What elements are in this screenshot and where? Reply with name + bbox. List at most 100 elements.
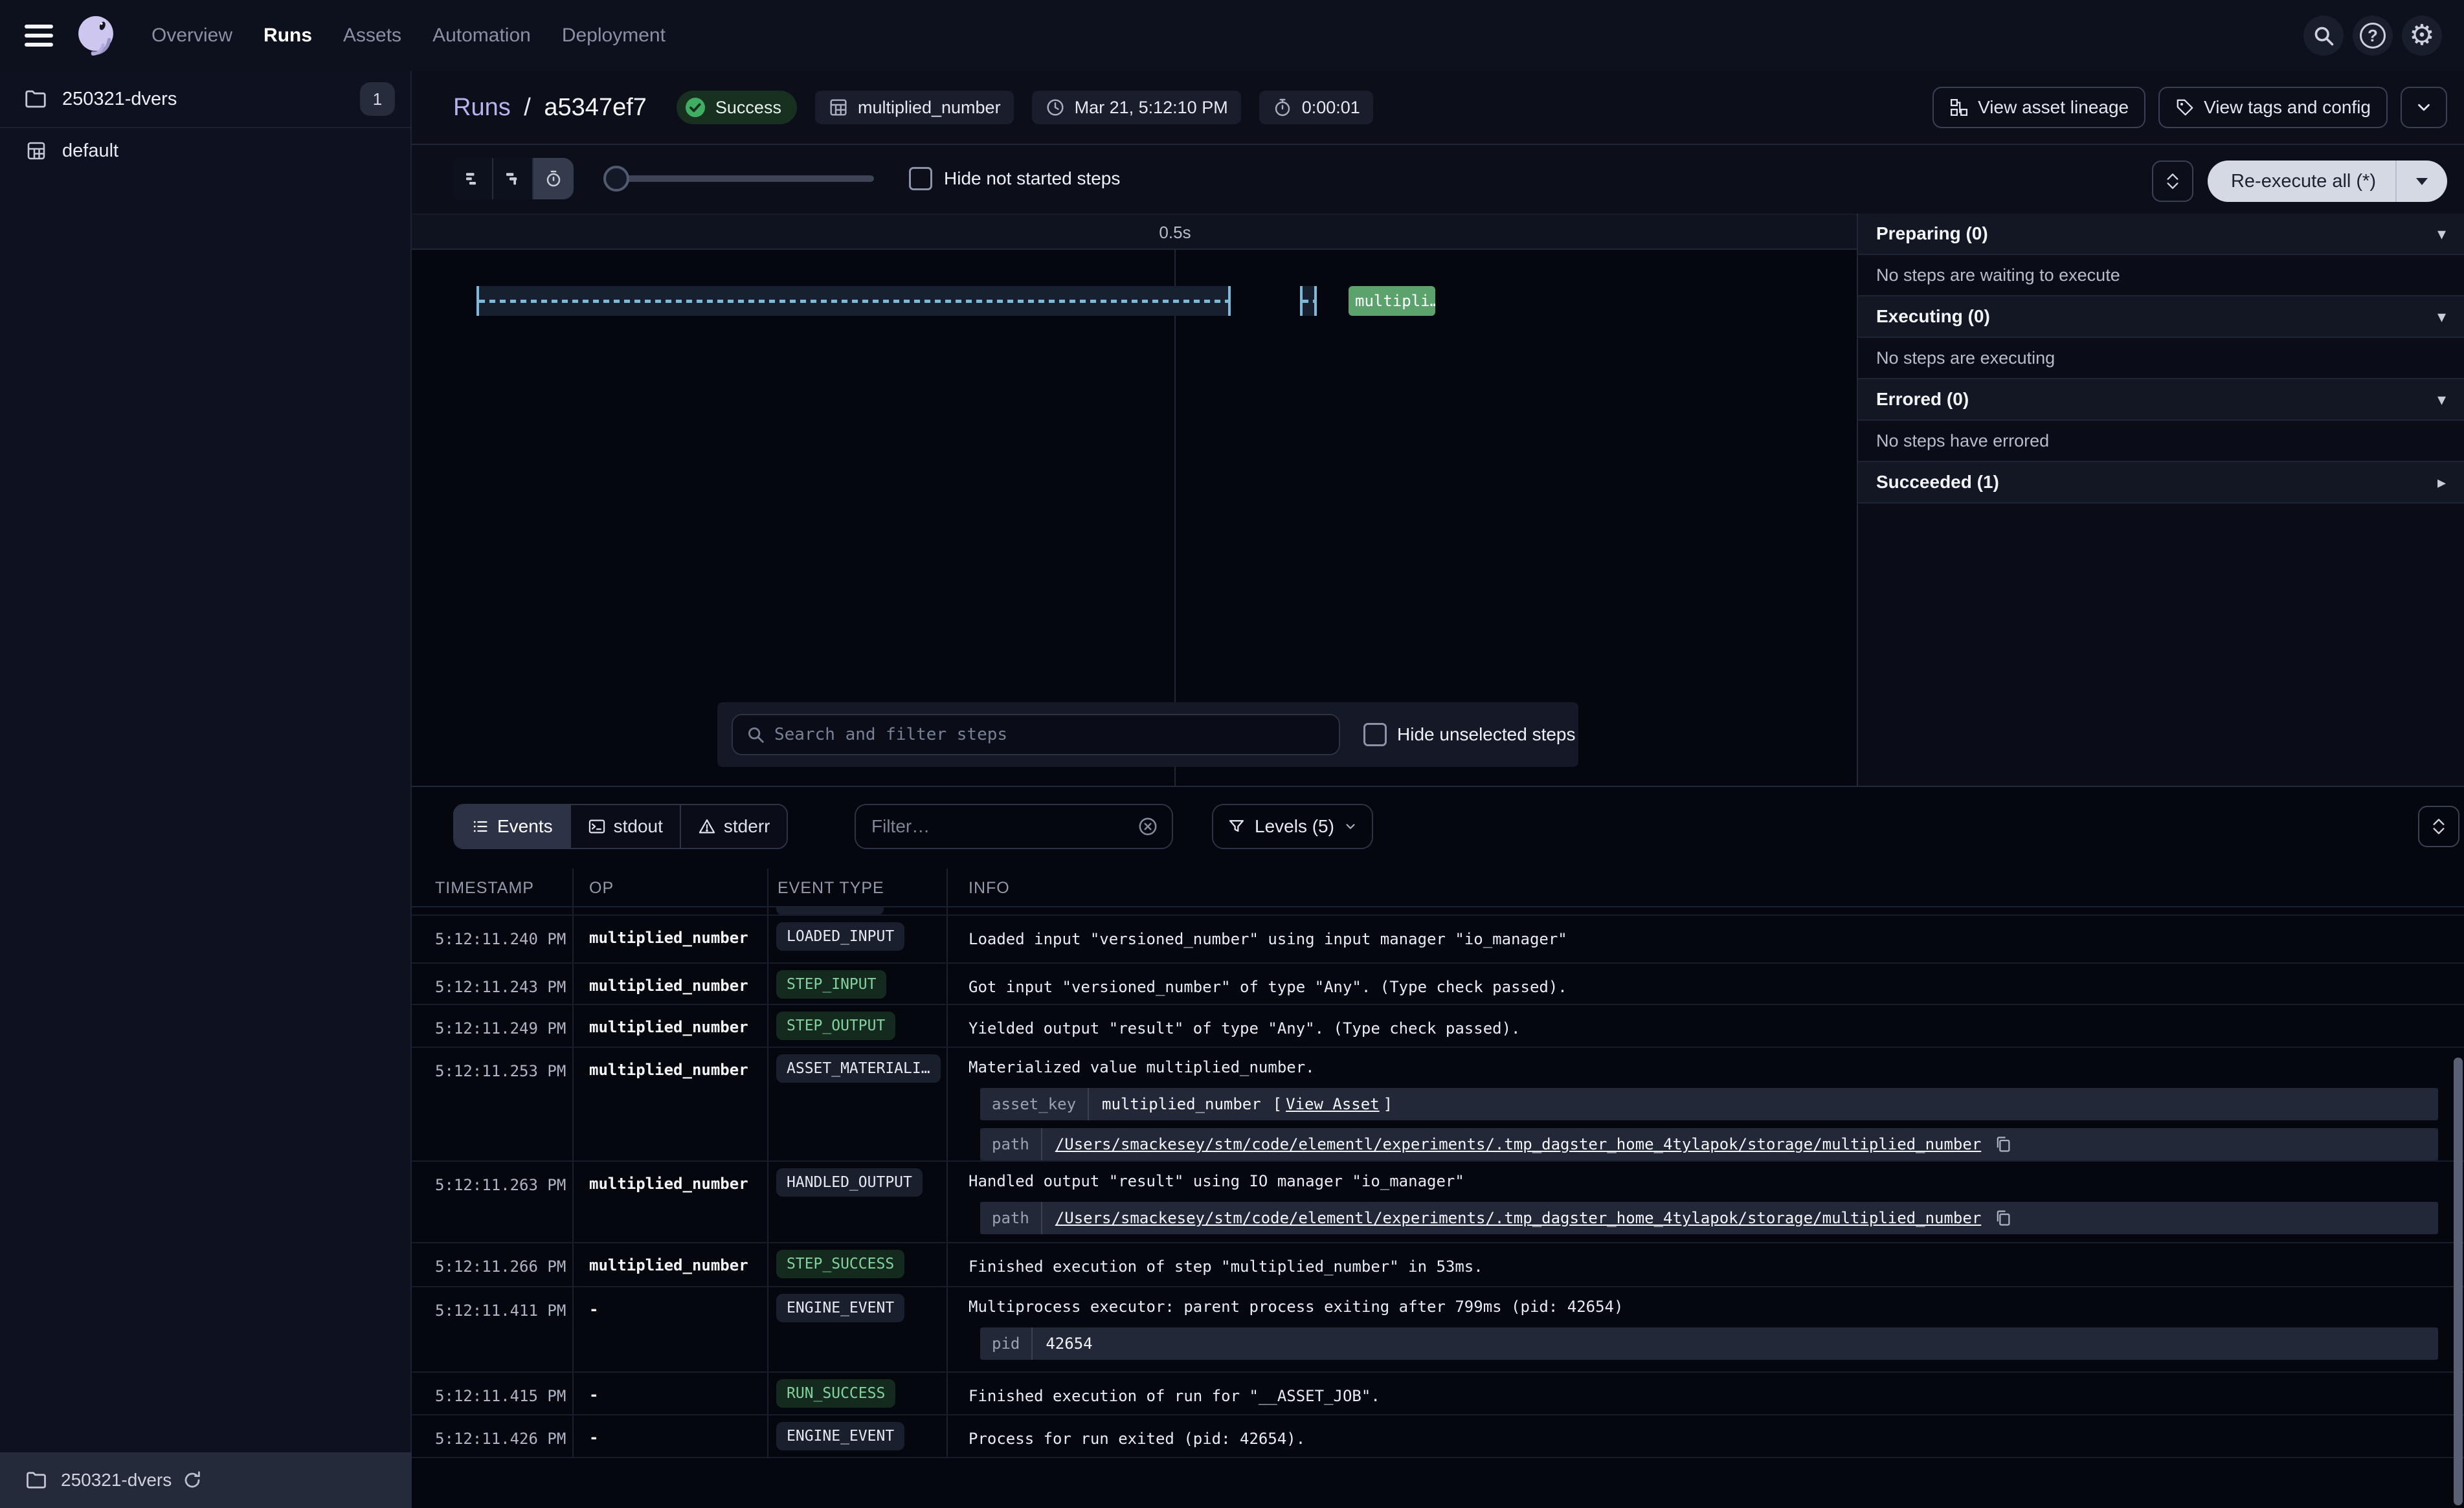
start-time-label: Mar 21, 5:12:10 PM bbox=[1075, 98, 1228, 118]
waterfall-view-button[interactable] bbox=[493, 158, 533, 199]
hide-not-started-checkbox[interactable] bbox=[909, 167, 932, 190]
search-button[interactable] bbox=[2303, 16, 2344, 56]
log-filter-input[interactable] bbox=[871, 816, 1137, 837]
gantt-timeline: 0.5s bbox=[412, 214, 1857, 250]
tab-stderr[interactable]: stderr bbox=[681, 805, 787, 848]
gantt-step-bar[interactable]: multipli… bbox=[1349, 286, 1435, 316]
section-executing-header[interactable]: Executing (0) ▾ bbox=[1858, 296, 2464, 338]
event-type-badge: STEP_OUTPUT bbox=[776, 1012, 895, 1040]
settings-button[interactable]: ⚙ bbox=[2402, 16, 2442, 56]
stopwatch-icon bbox=[544, 169, 563, 188]
section-succeeded-header[interactable]: Succeeded (1) ▸ bbox=[1858, 462, 2464, 504]
event-log-panel: Events stdout stderr bbox=[412, 786, 2464, 1508]
asset-tag-label: multiplied_number bbox=[858, 98, 1001, 118]
event-table-header: TIMESTAMP OP EVENT TYPE INFO bbox=[412, 869, 2464, 907]
footer-location-name: 250321-dvers bbox=[61, 1470, 172, 1491]
sidebar-item-code-location[interactable]: 250321-dvers 1 bbox=[0, 71, 410, 128]
sidebar-footer[interactable]: 250321-dvers bbox=[0, 1452, 412, 1508]
chevron-up-icon bbox=[2166, 173, 2180, 181]
run-header-actions: View asset lineage View tags and config bbox=[1932, 87, 2447, 128]
check-circle-icon bbox=[683, 95, 708, 120]
event-type-badge: ASSET_MATERIALI… bbox=[776, 1054, 941, 1083]
status-label: Success bbox=[715, 98, 781, 118]
event-row[interactable]: 5:12:11.249 PM multiplied_number STEP_OU… bbox=[412, 1005, 2464, 1048]
event-row[interactable]: 5:12:11.263 PM multiplied_number HANDLED… bbox=[412, 1162, 2464, 1243]
nav-item-deployment[interactable]: Deployment bbox=[562, 25, 666, 47]
nav-item-assets[interactable]: Assets bbox=[343, 25, 401, 47]
nav-item-automation[interactable]: Automation bbox=[432, 25, 531, 47]
run-meta-pills: Success multiplied_number Mar 21, 5:12:1… bbox=[677, 91, 1373, 124]
path-link[interactable]: /Users/smackesey/stm/code/elementl/exper… bbox=[1055, 1135, 1981, 1153]
step-search-input[interactable] bbox=[774, 725, 1326, 744]
gantt-toolbar: Hide not started steps Re-execute all (*… bbox=[412, 145, 2464, 214]
tab-events-label: Events bbox=[497, 816, 553, 837]
breadcrumb-runs-link[interactable]: Runs bbox=[453, 94, 511, 121]
tab-stdout-label: stdout bbox=[614, 816, 663, 837]
dagster-logo-icon[interactable] bbox=[71, 11, 120, 60]
run-header-more-button[interactable] bbox=[2401, 87, 2447, 128]
expand-log-button[interactable] bbox=[2418, 806, 2459, 847]
hide-unselected-checkbox[interactable] bbox=[1363, 723, 1387, 746]
flat-view-button[interactable] bbox=[453, 158, 493, 199]
gantt-search-overlay: Hide unselected steps bbox=[717, 702, 1578, 767]
event-type-badge: ENGINE_EVENT bbox=[776, 1294, 904, 1322]
col-event-type: EVENT TYPE bbox=[768, 869, 948, 906]
event-row[interactable]: 5:12:11.411 PM - ENGINE_EVENT Multiproce… bbox=[412, 1287, 2464, 1373]
asset-grid-icon bbox=[828, 97, 849, 118]
event-op: - bbox=[574, 1373, 768, 1414]
bracket: ] bbox=[1383, 1095, 1393, 1113]
path-link[interactable]: /Users/smackesey/stm/code/elementl/exper… bbox=[1055, 1209, 1981, 1227]
start-time-tag[interactable]: Mar 21, 5:12:10 PM bbox=[1032, 91, 1241, 124]
tab-stdout[interactable]: stdout bbox=[571, 805, 681, 848]
duration-tag[interactable]: 0:00:01 bbox=[1259, 91, 1373, 124]
event-row[interactable]: 5:12:11.266 PM multiplied_number STEP_SU… bbox=[412, 1243, 2464, 1287]
metadata-value: multiplied_number bbox=[1102, 1095, 1261, 1113]
step-waiting-bar-short[interactable] bbox=[1300, 286, 1317, 316]
dagster-app: Overview Runs Assets Automation Deployme… bbox=[0, 0, 2464, 1508]
nav-item-runs[interactable]: Runs bbox=[263, 25, 312, 47]
gantt-chart: 0.5s multipli… Hide unselected steps bbox=[412, 214, 1857, 786]
section-preparing-header[interactable]: Preparing (0) ▾ bbox=[1858, 214, 2464, 255]
view-tags-config-button[interactable]: View tags and config bbox=[2158, 87, 2388, 128]
chevron-down-icon bbox=[2432, 827, 2446, 835]
nav-item-overview[interactable]: Overview bbox=[151, 25, 232, 47]
tab-stderr-label: stderr bbox=[724, 816, 770, 837]
event-op: - bbox=[574, 1415, 768, 1457]
timed-view-button[interactable] bbox=[533, 158, 574, 199]
event-log-scrollbar[interactable] bbox=[2454, 1058, 2463, 1505]
sidebar-item-default-group[interactable]: default bbox=[0, 128, 410, 173]
copy-icon[interactable] bbox=[1994, 1135, 2012, 1153]
event-type-badge: ENGINE_EVENT bbox=[776, 1422, 904, 1450]
tab-events[interactable]: Events bbox=[454, 805, 571, 848]
hamburger-menu-icon[interactable] bbox=[25, 25, 53, 47]
reexecute-all-button[interactable]: Re-execute all (*) bbox=[2208, 171, 2395, 192]
event-row[interactable]: 5:12:11.243 PM multiplied_number STEP_IN… bbox=[412, 964, 2464, 1005]
levels-dropdown[interactable]: Levels (5) bbox=[1212, 804, 1373, 849]
event-info: Finished execution of step "multiplied_n… bbox=[948, 1243, 2464, 1286]
reexecute-options-button[interactable] bbox=[2397, 178, 2447, 185]
event-row[interactable]: 5:12:11.253 PM multiplied_number ASSET_M… bbox=[412, 1048, 2464, 1162]
view-asset-lineage-button[interactable]: View asset lineage bbox=[1932, 87, 2145, 128]
col-info: INFO bbox=[948, 869, 2464, 906]
event-row[interactable]: 5:12:11.426 PM - ENGINE_EVENT Process fo… bbox=[412, 1415, 2464, 1458]
event-row[interactable]: 5:12:11.240 PM multiplied_number LOADED_… bbox=[412, 916, 2464, 964]
zoom-slider-handle[interactable] bbox=[603, 166, 629, 192]
help-button[interactable]: ? bbox=[2353, 16, 2393, 56]
folder-icon bbox=[23, 87, 48, 111]
fit-steps-button[interactable] bbox=[2152, 161, 2193, 202]
event-info: Got input "versioned_number" of type "An… bbox=[948, 964, 2464, 1004]
event-op: multiplied_number bbox=[574, 1243, 768, 1286]
event-row[interactable]: 5:12:11.415 PM - RUN_SUCCESS Finished ex… bbox=[412, 1373, 2464, 1415]
flat-view-icon bbox=[463, 169, 482, 188]
caret-down-icon bbox=[2416, 178, 2428, 185]
refresh-icon[interactable] bbox=[182, 1470, 203, 1491]
col-timestamp: TIMESTAMP bbox=[412, 869, 574, 906]
asset-tag[interactable]: multiplied_number bbox=[815, 91, 1014, 124]
section-errored-header[interactable]: Errored (0) ▾ bbox=[1858, 379, 2464, 421]
copy-icon[interactable] bbox=[1994, 1209, 2012, 1227]
waterfall-view-icon bbox=[503, 169, 522, 188]
clear-filter-icon[interactable] bbox=[1137, 815, 1159, 837]
view-asset-link[interactable]: View Asset bbox=[1286, 1095, 1380, 1113]
step-waiting-bar[interactable] bbox=[476, 286, 1231, 316]
zoom-slider-track[interactable] bbox=[606, 175, 874, 182]
